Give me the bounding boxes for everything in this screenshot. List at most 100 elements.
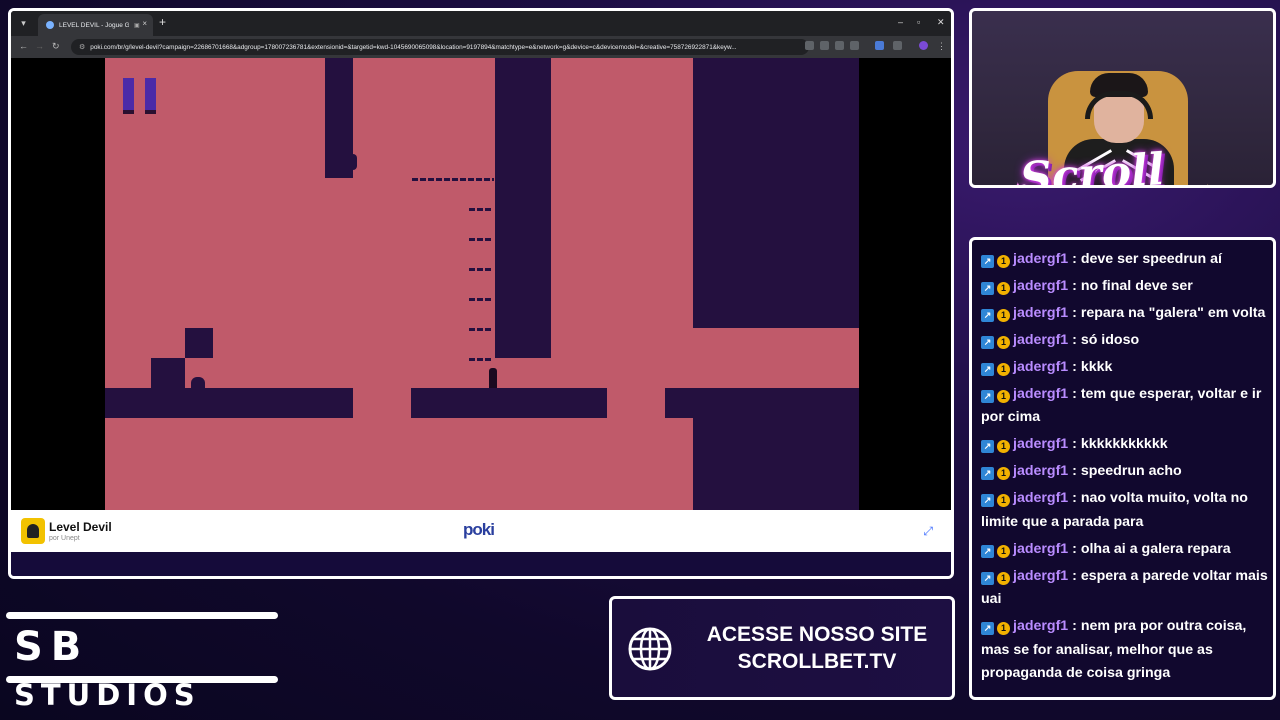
right-lower-wall: [693, 418, 859, 510]
chat-separator: :: [1068, 331, 1081, 348]
zoom-icon[interactable]: [835, 41, 844, 50]
chat-message: ↗ 1 jadergf1 : tem que esperar, voltar e i…: [981, 383, 1269, 430]
tab-search-button[interactable]: ▾: [17, 17, 30, 30]
sub-badge-icon: 1: [997, 389, 1010, 403]
browser-bottom-strip: [11, 552, 951, 576]
chat-separator: :: [1068, 490, 1081, 506]
poki-logo[interactable]: poki: [463, 520, 495, 540]
chat-message-list: ↗ 1 jadergf1 : deve ser speedrun aí ↗ 1 jader…: [981, 248, 1269, 690]
prime-badge-icon: ↗: [981, 544, 994, 558]
chat-text: só idoso: [1080, 331, 1140, 348]
chat-panel: ↗ 1 jadergf1 : deve ser speedrun aí ↗ 1 jader…: [969, 237, 1276, 700]
wall-bump: [349, 154, 357, 170]
chat-username[interactable]: jadergf1: [1013, 436, 1068, 452]
minimize-button[interactable]: –: [898, 17, 903, 27]
spike-ledge: [469, 328, 493, 331]
back-arrow-icon[interactable]: ←: [19, 41, 28, 51]
star-bookmark-icon[interactable]: [850, 41, 859, 50]
chat-username[interactable]: jadergf1: [1013, 386, 1068, 402]
browser-toolbar: ← → ↻ ⚙ poki.com/br/g/level-devil?campai…: [11, 36, 951, 58]
close-tab-icon[interactable]: ×: [142, 19, 147, 28]
sub-badge-icon: 1: [997, 544, 1010, 558]
chat-text: repara na "galera" em volta: [1080, 304, 1266, 321]
address-bar[interactable]: ⚙ poki.com/br/g/level-devil?campaign=226…: [71, 39, 809, 55]
chat-username[interactable]: jadergf1: [1013, 332, 1068, 348]
chat-text: kkkk: [1080, 358, 1113, 375]
chat-username[interactable]: jadergf1: [1013, 359, 1068, 375]
chat-text: speedrun acho: [1080, 463, 1182, 479]
level-devil-canvas[interactable]: [105, 58, 859, 510]
chat-username[interactable]: jadergf1: [1013, 568, 1068, 584]
profile-avatar-icon[interactable]: [919, 41, 928, 50]
game-thumbnail-icon[interactable]: [21, 518, 45, 544]
chat-username[interactable]: jadergf1: [1013, 278, 1068, 294]
chat-separator: :: [1068, 567, 1081, 584]
tab-bar: ▾ LEVEL DEVIL - Jogue Grátis ▣ × + – ▫ ✕: [11, 11, 951, 36]
game-title[interactable]: Level Devil: [49, 520, 112, 534]
door-bump: [191, 377, 205, 388]
restore-button[interactable]: ▫: [917, 17, 920, 27]
chat-separator: :: [1068, 436, 1081, 452]
sub-badge-icon: 1: [997, 494, 1010, 507]
pause-icon-left[interactable]: [123, 78, 134, 114]
game-viewport[interactable]: [11, 58, 951, 510]
chat-username[interactable]: jadergf1: [1013, 541, 1068, 557]
spike-ledge: [469, 268, 493, 271]
pause-icon-right[interactable]: [145, 78, 156, 114]
logo-sb: SB: [14, 624, 90, 670]
globe-icon: [628, 627, 672, 671]
central-column: [495, 58, 551, 358]
spike-ledge: [412, 178, 494, 181]
spike-ledge: [469, 208, 493, 211]
sub-badge-icon: 1: [997, 467, 1010, 480]
screenshot-extension-icon[interactable]: [805, 41, 814, 50]
sub-badge-icon: 1: [997, 281, 1010, 295]
fullscreen-icon[interactable]: ⤢: [923, 524, 933, 539]
new-tab-button[interactable]: +: [159, 16, 166, 28]
reload-icon[interactable]: ↻: [52, 41, 60, 52]
chat-separator: :: [1068, 277, 1081, 294]
chat-username[interactable]: jadergf1: [1013, 463, 1068, 479]
extension-icon[interactable]: [875, 41, 884, 50]
extensions-puzzle-icon[interactable]: [893, 41, 902, 50]
chat-message: ↗ 1 jadergf1 : nao volta muito, volta no l…: [981, 487, 1269, 534]
chat-separator: :: [1068, 540, 1081, 557]
favicon-icon: [46, 21, 54, 29]
right-wall: [693, 58, 859, 328]
chat-message: ↗ 1 jadergf1 : kkkk: [981, 356, 1269, 380]
forward-arrow-icon[interactable]: →: [35, 41, 44, 51]
chat-username[interactable]: jadergf1: [1013, 305, 1068, 321]
game-info-bar: Level Devil por Unept poki ⤢: [11, 510, 951, 552]
url-text[interactable]: poki.com/br/g/level-devil?campaign=22686…: [90, 44, 790, 51]
prime-badge-icon: ↗: [981, 622, 994, 635]
prime-badge-icon: ↗: [981, 494, 994, 507]
game-author[interactable]: por Unept: [49, 535, 80, 542]
sparkle-icon: ✦: [1202, 181, 1214, 185]
prime-badge-icon: ↗: [981, 335, 994, 349]
media-playing-icon[interactable]: ▣: [134, 22, 140, 29]
chat-separator: :: [1068, 618, 1081, 634]
prime-badge-icon: ↗: [981, 571, 994, 585]
chat-username[interactable]: jadergf1: [1013, 490, 1068, 506]
sub-badge-icon: 1: [997, 362, 1010, 376]
sub-badge-icon: 1: [997, 440, 1010, 453]
browser-menu-icon[interactable]: ⋮: [937, 41, 946, 52]
tab-level-devil[interactable]: LEVEL DEVIL - Jogue Grátis ▣ ×: [38, 14, 153, 36]
floor-platform-middle: [411, 388, 607, 418]
close-window-button[interactable]: ✕: [937, 17, 945, 28]
chat-message: ↗ 1 jadergf1 : repara na "galera" em volta: [981, 302, 1269, 326]
prime-badge-icon: ↗: [981, 440, 994, 453]
chat-separator: :: [1068, 358, 1081, 375]
chat-message: ↗ 1 jadergf1 : no final deve ser: [981, 275, 1269, 299]
logo-text: SB STUDIOS: [14, 624, 278, 714]
chat-message: ↗ 1 jadergf1 : só idoso: [981, 329, 1269, 353]
chat-message: ↗ 1 jadergf1 : speedrun acho: [981, 460, 1269, 484]
site-info-icon[interactable]: ⚙: [79, 43, 85, 51]
player-character: [489, 368, 497, 388]
chat-message: ↗ 1 jadergf1 : deve ser speedrun aí: [981, 248, 1269, 272]
chat-message: ↗ 1 jadergf1 : espera a parede voltar mais…: [981, 565, 1269, 612]
tab-title: LEVEL DEVIL - Jogue Grátis: [59, 21, 129, 29]
chat-username[interactable]: jadergf1: [1013, 251, 1068, 267]
cast-icon[interactable]: [820, 41, 829, 50]
chat-username[interactable]: jadergf1: [1013, 618, 1068, 634]
